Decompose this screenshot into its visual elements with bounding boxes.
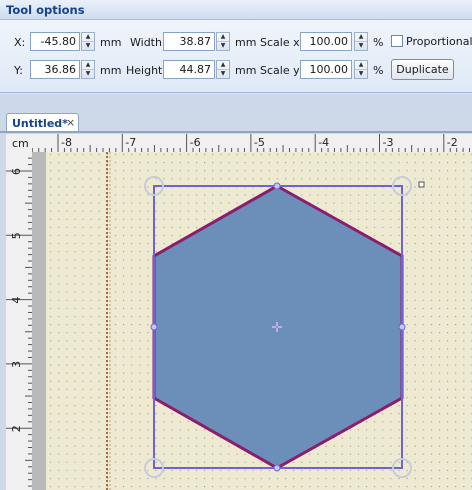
ruler-label: -7 (125, 136, 136, 149)
y-spinner[interactable]: ▲ ▼ (81, 60, 95, 79)
ruler-unit: cm (12, 137, 29, 150)
resize-handle[interactable] (273, 182, 281, 190)
scale-y-input[interactable]: 100.00 (300, 60, 352, 79)
height-label: Height: (126, 64, 167, 77)
spin-up-icon[interactable]: ▲ (82, 61, 94, 69)
spin-down-icon[interactable]: ▼ (355, 69, 367, 77)
width-spinner[interactable]: ▲ ▼ (216, 32, 230, 51)
resize-handle[interactable] (150, 323, 158, 331)
horizontal-ruler[interactable]: -8 -7 -6 -5 -4 -3 -2 (32, 134, 472, 152)
ruler-label: -3 (383, 136, 394, 149)
width-unit: mm (235, 36, 257, 49)
ruler-corner: cm (6, 134, 32, 152)
ruler-label: 5 (10, 232, 23, 239)
ruler-label: 2 (10, 425, 23, 432)
height-input[interactable]: 44.87 (163, 60, 215, 79)
y-input[interactable]: 36.86 (30, 60, 80, 79)
ruler-label: 6 (10, 168, 23, 175)
spin-up-icon[interactable]: ▲ (355, 61, 367, 69)
scale-x-label: Scale x: (260, 36, 304, 49)
x-input[interactable]: -45.80 (30, 32, 80, 51)
ruler-label: -8 (61, 136, 72, 149)
panel-title: Tool options (6, 3, 85, 17)
tab-divider (0, 131, 472, 133)
spin-down-icon[interactable]: ▼ (82, 41, 94, 49)
spin-down-icon[interactable]: ▼ (217, 69, 229, 77)
height-spinner[interactable]: ▲ ▼ (216, 60, 230, 79)
close-icon[interactable]: × (66, 116, 75, 129)
document-tab[interactable]: Untitled* × (6, 113, 79, 132)
rotate-handle[interactable] (418, 181, 425, 188)
proportional-checkbox[interactable] (391, 35, 403, 47)
x-label: X: (14, 36, 26, 49)
y-unit: mm (100, 64, 122, 77)
document-area: Untitled* × cm -8 -7 -6 -5 -4 -3 -2 6 5 4 3 2 (0, 94, 472, 490)
width-input[interactable]: 38.87 (163, 32, 215, 51)
spin-down-icon[interactable]: ▼ (82, 69, 94, 77)
y-label: Y: (14, 64, 23, 77)
tool-options-panel: Tool options X: -45.80 ▲ ▼ mm Width: 38.8… (0, 0, 472, 93)
ruler-label: -2 (447, 136, 458, 149)
ruler-label: -4 (318, 136, 329, 149)
spin-down-icon[interactable]: ▼ (217, 41, 229, 49)
tab-title: Untitled* (12, 117, 68, 130)
spin-up-icon[interactable]: ▲ (217, 33, 229, 41)
drawing-canvas[interactable] (32, 152, 472, 490)
duplicate-button[interactable]: Duplicate (391, 59, 454, 80)
scale-x-unit: % (373, 36, 384, 49)
page-margin (32, 152, 46, 490)
scale-y-label: Scale y: (260, 64, 303, 77)
spin-down-icon[interactable]: ▼ (355, 41, 367, 49)
ruler-label: 4 (10, 297, 23, 304)
x-unit: mm (100, 36, 122, 49)
scale-x-input[interactable]: 100.00 (300, 32, 352, 51)
scale-y-unit: % (373, 64, 384, 77)
scale-x-spinner[interactable]: ▲ ▼ (354, 32, 368, 51)
width-label: Width: (130, 36, 166, 49)
proportional-label: Proportional (406, 35, 472, 48)
scale-y-spinner[interactable]: ▲ ▼ (354, 60, 368, 79)
spin-up-icon[interactable]: ▲ (355, 33, 367, 41)
ruler-label: 3 (10, 361, 23, 368)
ruler-label: -5 (254, 136, 265, 149)
vertical-ruler[interactable]: 6 5 4 3 2 (6, 152, 32, 490)
x-spinner[interactable]: ▲ ▼ (81, 32, 95, 51)
resize-handle[interactable] (398, 323, 406, 331)
height-unit: mm (235, 64, 257, 77)
ruler-label: -6 (190, 136, 201, 149)
panel-header: Tool options (0, 0, 472, 20)
resize-handle[interactable] (273, 464, 281, 472)
spin-up-icon[interactable]: ▲ (217, 61, 229, 69)
spin-up-icon[interactable]: ▲ (82, 33, 94, 41)
